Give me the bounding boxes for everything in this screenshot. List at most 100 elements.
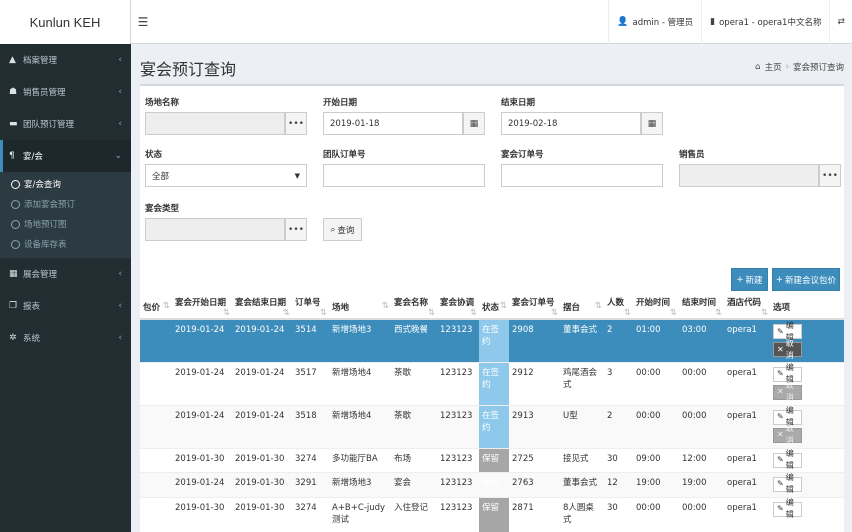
table-row[interactable]: 2019-01-24 2019-01-24 3514 新增场地3 西式晚餐 12… (140, 318, 844, 362)
submenu-item-venue-chart[interactable]: 场地预订图 (0, 214, 131, 234)
search-icon: ⌕ (330, 224, 336, 235)
cell: opera1 (724, 404, 770, 448)
cell: 03:00 (679, 318, 724, 362)
col-header[interactable]: 摆台 ⇅ (560, 296, 604, 320)
cell: 19:00 (679, 471, 724, 497)
edit-button[interactable]: ✎ 编辑 (773, 498, 802, 519)
edit-button[interactable]: ✎ 编辑 (773, 449, 802, 470)
col-header[interactable]: 宴会开始日期 ⇅ (172, 296, 232, 320)
col-header[interactable]: 人数 ⇅ (604, 296, 633, 320)
cancel-button[interactable]: ✕ 取消 (773, 381, 802, 402)
start-date-field[interactable]: 2019-01-18 (323, 112, 463, 135)
sidebar-item-expo[interactable]: ▦ 展会管理 ‹ (0, 258, 131, 290)
col-header[interactable]: 开始时间 ⇅ (633, 296, 679, 320)
cell: opera1 (724, 496, 770, 532)
col-header[interactable]: 结束时间 ⇅ (679, 296, 724, 320)
main-content: 宴会预订查询 ⌂ 主页 › 宴会预订查询 场地名称 ••• 开始日期 2019-… (131, 44, 852, 532)
table-row[interactable]: 2019-01-30 2019-01-30 3274 A+B+C-judy测试 … (140, 496, 844, 532)
circle-icon (11, 239, 20, 249)
cell: 宴会 (391, 471, 437, 497)
search-button[interactable]: ⌕ 查询 (323, 218, 362, 241)
sidebar-item-group[interactable]: ▬ 团队预订管理 ‹ (0, 108, 131, 140)
col-header[interactable]: 宴会结束日期 ⇅ (232, 296, 292, 320)
cancel-button[interactable]: ✕ 取消 (773, 424, 802, 445)
sidebar-toggle-button[interactable]: ☰ (131, 0, 155, 43)
col-header[interactable]: 状态 ⇅ (479, 296, 509, 320)
new-package-button[interactable]: + 新建会议包价 (772, 268, 840, 291)
banquet-type-picker-button[interactable]: ••• (285, 218, 307, 241)
new-button[interactable]: + 新建 (731, 268, 768, 291)
venue-picker-button[interactable]: ••• (285, 112, 307, 135)
sidebar-item-label: 销售员管理 (23, 88, 66, 98)
submenu-item-query[interactable]: 宴/会查询 (0, 174, 131, 194)
cell: 3517 (292, 361, 329, 405)
table-row[interactable]: 2019-01-24 2019-01-24 3517 新增场地4 茶歇 1231… (140, 361, 844, 405)
close-icon: ✕ (777, 344, 784, 354)
calendar-icon[interactable]: ▦ (463, 112, 485, 135)
status-label: 状态 (145, 150, 163, 160)
cell: 12 (604, 471, 633, 497)
cancel-button[interactable]: ✕ 取消 (773, 339, 802, 360)
sales-field[interactable] (679, 164, 819, 187)
sidebar-item-sales[interactable]: ☗ 销售员管理 ‹ (0, 76, 131, 108)
pencil-icon: ✎ (777, 412, 784, 421)
cell: 2 (604, 404, 633, 448)
cell: 00:00 (633, 496, 679, 532)
venue-field[interactable] (145, 112, 285, 135)
cell: 2763 (509, 471, 560, 497)
cell: 2019-01-24 (172, 318, 232, 362)
cell: 鸡尾酒会式 (560, 361, 604, 405)
sales-picker-button[interactable]: ••• (819, 164, 841, 187)
group-order-input[interactable] (323, 164, 485, 187)
col-header[interactable]: 场地 ⇅ (329, 296, 391, 320)
user-menu[interactable]: 👤 admin - 管理员 (608, 0, 701, 44)
building-icon: ▮ (710, 17, 716, 27)
chevron-left-icon: ‹ (118, 269, 122, 279)
calendar-icon[interactable]: ▦ (641, 112, 663, 135)
cell (140, 496, 172, 532)
hotel-menu[interactable]: ▮ opera1 - opera1中文名称 (701, 0, 829, 44)
brand-logo[interactable]: Kunlun KEH (0, 0, 131, 44)
edit-button[interactable]: ✎ 编辑 (773, 473, 802, 494)
cell: 123123 (437, 318, 479, 362)
close-icon: ✕ (777, 430, 784, 439)
submenu-item-inventory[interactable]: 设备库存表 (0, 234, 131, 254)
col-header[interactable]: 订单号 ⇅ (292, 296, 329, 320)
sidebar-item-system[interactable]: ✲ 系统 ‹ (0, 322, 131, 354)
circle-icon (11, 199, 20, 209)
sidebar-item-label: 团队预订管理 (23, 120, 75, 130)
sidebar-item-label: 展会管理 (23, 270, 58, 280)
options-cell: ✎ 编辑 ✕ 取消 (770, 361, 844, 405)
home-icon: ⌂ (755, 62, 761, 72)
sidebar-item-archives[interactable]: ▲ 档案管理 ‹ (0, 44, 131, 76)
options-cell: ✎ 编辑 ✕ 取消 (770, 404, 844, 448)
banquet-order-input[interactable] (501, 164, 663, 187)
banquet-type-field[interactable] (145, 218, 285, 241)
col-header[interactable]: 包价 ⇅ (140, 296, 172, 320)
col-header[interactable]: 宴会协调 ⇅ (437, 296, 479, 320)
col-header[interactable]: 宴会订单号 ⇅ (509, 296, 560, 320)
cell: 2019-01-24 (172, 404, 232, 448)
cell: 2019-01-24 (172, 471, 232, 497)
table-row[interactable]: 2019-01-30 2019-01-30 3274 多功能厅BA 布场 123… (140, 447, 844, 472)
cell: 茶歇 (391, 361, 437, 405)
col-header[interactable]: 酒店代码 ⇅ (724, 296, 770, 320)
cell: opera1 (724, 471, 770, 497)
sidebar-item-reports[interactable]: ❐ 报表 ‹ (0, 290, 131, 322)
sidebar-item-banquet[interactable]: ¶ 宴/会 ⌄ (0, 140, 131, 172)
status-select[interactable]: 全部 ▼ (145, 164, 307, 187)
cell (140, 361, 172, 405)
table-row[interactable]: 2019-01-24 2019-01-30 3291 新增场地3 宴会 1231… (140, 471, 844, 497)
end-date-field[interactable]: 2019-02-18 (501, 112, 641, 135)
cell: U型 (560, 404, 604, 448)
page-title: 宴会预订查询 (140, 60, 237, 79)
submenu-item-add[interactable]: 添加宴会预订 (0, 194, 131, 214)
breadcrumb-home[interactable]: 主页 (765, 61, 782, 73)
col-header: 选项 (770, 296, 844, 320)
cell: 西式晚餐 (391, 318, 437, 362)
chevron-left-icon: ‹ (118, 119, 122, 129)
banquet-order-label: 宴会订单号 (501, 150, 544, 160)
col-header[interactable]: 宴会名称 ⇅ (391, 296, 437, 320)
table-row[interactable]: 2019-01-24 2019-01-24 3518 新增场地4 茶歇 1231… (140, 404, 844, 448)
swap-button[interactable]: ⇄ (829, 0, 852, 44)
